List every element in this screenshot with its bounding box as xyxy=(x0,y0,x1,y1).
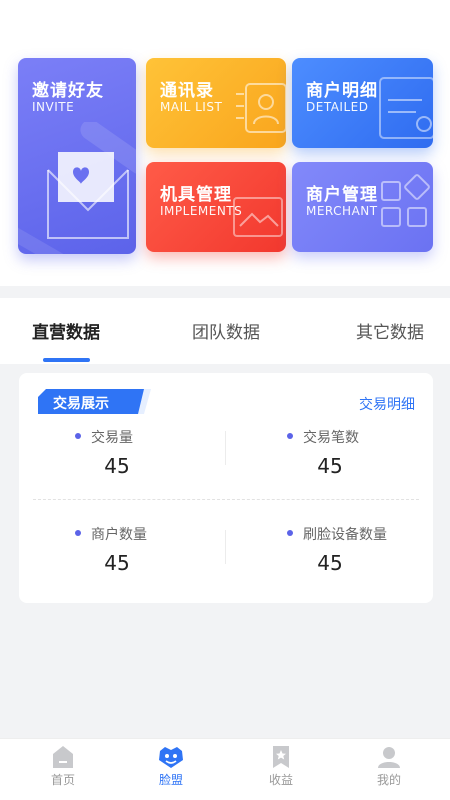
nav-profile-label: 我的 xyxy=(376,773,401,787)
face-alliance-icon xyxy=(159,747,183,768)
tab-team-data[interactable]: 团队数据 xyxy=(192,318,260,343)
implements-title: 机具管理 xyxy=(160,185,232,205)
mail-list-tile[interactable]: 通讯录 MAIL LIST xyxy=(146,58,286,148)
detail-title: 商户明细 xyxy=(306,81,378,101)
merchant-management-tile[interactable]: 商户管理 MERCHANT xyxy=(292,162,433,252)
contact-card-icon xyxy=(236,83,286,133)
stat-value: 45 xyxy=(317,551,343,575)
income-bookmark-icon xyxy=(273,746,289,768)
nav-face-alliance-label: 脸盟 xyxy=(158,773,183,787)
divider xyxy=(225,431,226,465)
invite-friends-tile[interactable]: 邀请好友 INVITE xyxy=(18,58,136,254)
nav-home[interactable]: 首页 xyxy=(33,745,93,799)
mail-subtitle: MAIL LIST xyxy=(160,100,223,114)
nav-income-label: 收益 xyxy=(268,773,293,787)
bullet-dot xyxy=(75,530,81,536)
stat-label: 交易量 xyxy=(91,430,133,446)
stat-label: 交易笔数 xyxy=(303,430,359,446)
detail-subtitle: DETAILED xyxy=(306,100,369,114)
invite-title: 邀请好友 xyxy=(32,81,104,101)
transaction-display-badge: 交易展示 xyxy=(38,389,151,414)
mail-title: 通讯录 xyxy=(160,81,214,101)
merchant-title: 商户管理 xyxy=(306,185,378,205)
implements-tile[interactable]: 机具管理 IMPLEMENTS xyxy=(146,162,286,252)
nav-home-label: 首页 xyxy=(50,773,75,787)
invite-subtitle: INVITE xyxy=(32,100,75,114)
merchant-detail-tile[interactable]: 商户明细 DETAILED xyxy=(292,58,433,148)
active-tab-indicator xyxy=(43,358,90,362)
home-icon xyxy=(53,746,73,768)
bullet-dot xyxy=(287,530,293,536)
bottom-navigation: 首页 脸盟 收益 我的 xyxy=(0,738,450,800)
badge-label: 交易展示 xyxy=(53,396,109,412)
tab-other-data[interactable]: 其它数据 xyxy=(356,318,424,343)
nav-face-alliance[interactable]: 脸盟 xyxy=(141,745,201,799)
stat-value: 45 xyxy=(104,551,130,575)
tab-direct-data[interactable]: 直营数据 xyxy=(32,318,100,343)
bullet-dot xyxy=(75,433,81,439)
quick-actions-panel: 邀请好友 INVITE 通讯录 MAIL LIST 商户明细 DETAILED xyxy=(0,0,450,286)
divider xyxy=(225,530,226,564)
envelope-heart-icon xyxy=(18,122,136,254)
document-list-icon xyxy=(379,77,433,139)
stat-label: 刷脸设备数量 xyxy=(303,527,387,543)
nav-income[interactable]: 收益 xyxy=(251,745,311,799)
grid-blocks-icon xyxy=(381,174,430,227)
transaction-card: 交易展示 交易明细 交易量 45 交易笔数 45 商户数量 45 刷脸设备数量 … xyxy=(19,373,433,603)
stat-label: 商户数量 xyxy=(91,527,147,543)
data-tabs: 直营数据 团队数据 其它数据 xyxy=(0,298,450,364)
dashed-divider xyxy=(33,499,419,500)
bullet-dot xyxy=(287,433,293,439)
nav-profile[interactable]: 我的 xyxy=(359,745,419,799)
transaction-detail-link[interactable]: 交易明细 xyxy=(359,394,415,414)
device-terminal-icon xyxy=(233,197,283,237)
stat-value: 45 xyxy=(317,454,343,478)
merchant-subtitle: MERCHANT xyxy=(306,204,378,218)
profile-icon xyxy=(378,747,400,768)
stat-value: 45 xyxy=(104,454,130,478)
